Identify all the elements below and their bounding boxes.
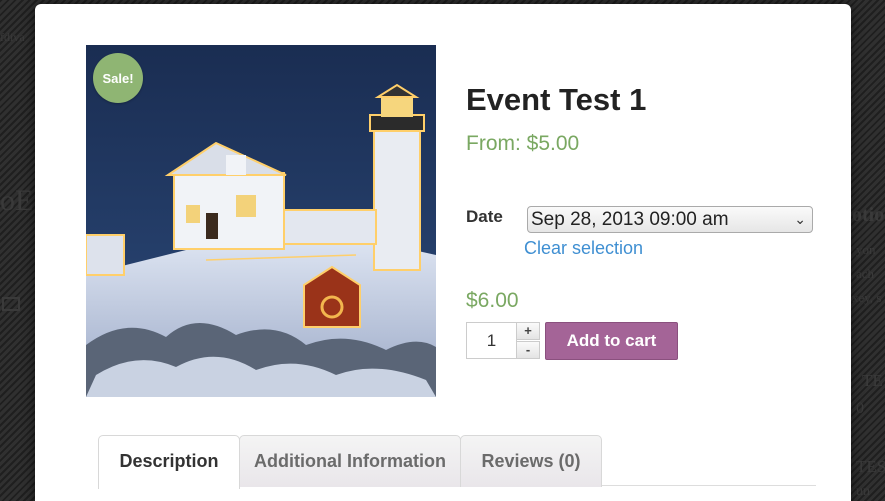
background-text: fdiva bbox=[0, 30, 25, 44]
date-select[interactable]: Sep 28, 2013 09:00 am ⌄ bbox=[527, 206, 813, 233]
add-to-cart-button[interactable]: Add to cart bbox=[545, 322, 678, 360]
sale-badge: Sale! bbox=[93, 53, 143, 103]
variation-price: $6.00 bbox=[466, 289, 519, 312]
tab-additional-information[interactable]: Additional Information bbox=[239, 435, 461, 487]
date-select-value: Sep 28, 2013 09:00 am bbox=[531, 209, 729, 230]
lighthouse-photo bbox=[86, 45, 436, 397]
product-image[interactable] bbox=[86, 45, 436, 397]
background-text: un bbox=[856, 484, 870, 499]
tab-description[interactable]: Description bbox=[98, 435, 240, 489]
quantity-increase-button[interactable]: + bbox=[516, 322, 540, 340]
background-text: TES bbox=[856, 457, 885, 476]
price-range: From: $5.00 bbox=[466, 132, 580, 155]
background-text: xey, s bbox=[852, 290, 882, 305]
background-text: TE bbox=[862, 371, 883, 390]
chevron-down-icon: ⌄ bbox=[794, 211, 806, 227]
quantity-input[interactable]: 1 bbox=[466, 322, 517, 359]
product-title: Event Test 1 bbox=[466, 82, 647, 117]
background-text: otio bbox=[852, 204, 885, 226]
clear-selection-link[interactable]: Clear selection bbox=[524, 238, 643, 259]
tab-reviews[interactable]: Reviews (0) bbox=[460, 435, 602, 487]
date-label: Date bbox=[466, 207, 503, 226]
quantity-decrease-button[interactable]: - bbox=[516, 341, 540, 359]
quick-view-modal: Sale! Event Test 1 From: $5.00 Date Sep … bbox=[35, 4, 851, 501]
background-text: yon bbox=[856, 242, 876, 257]
background-text: 0 bbox=[856, 400, 864, 417]
background-text: ach bbox=[856, 266, 875, 281]
background-image-icon bbox=[2, 297, 20, 311]
background-text: oE bbox=[0, 184, 34, 217]
